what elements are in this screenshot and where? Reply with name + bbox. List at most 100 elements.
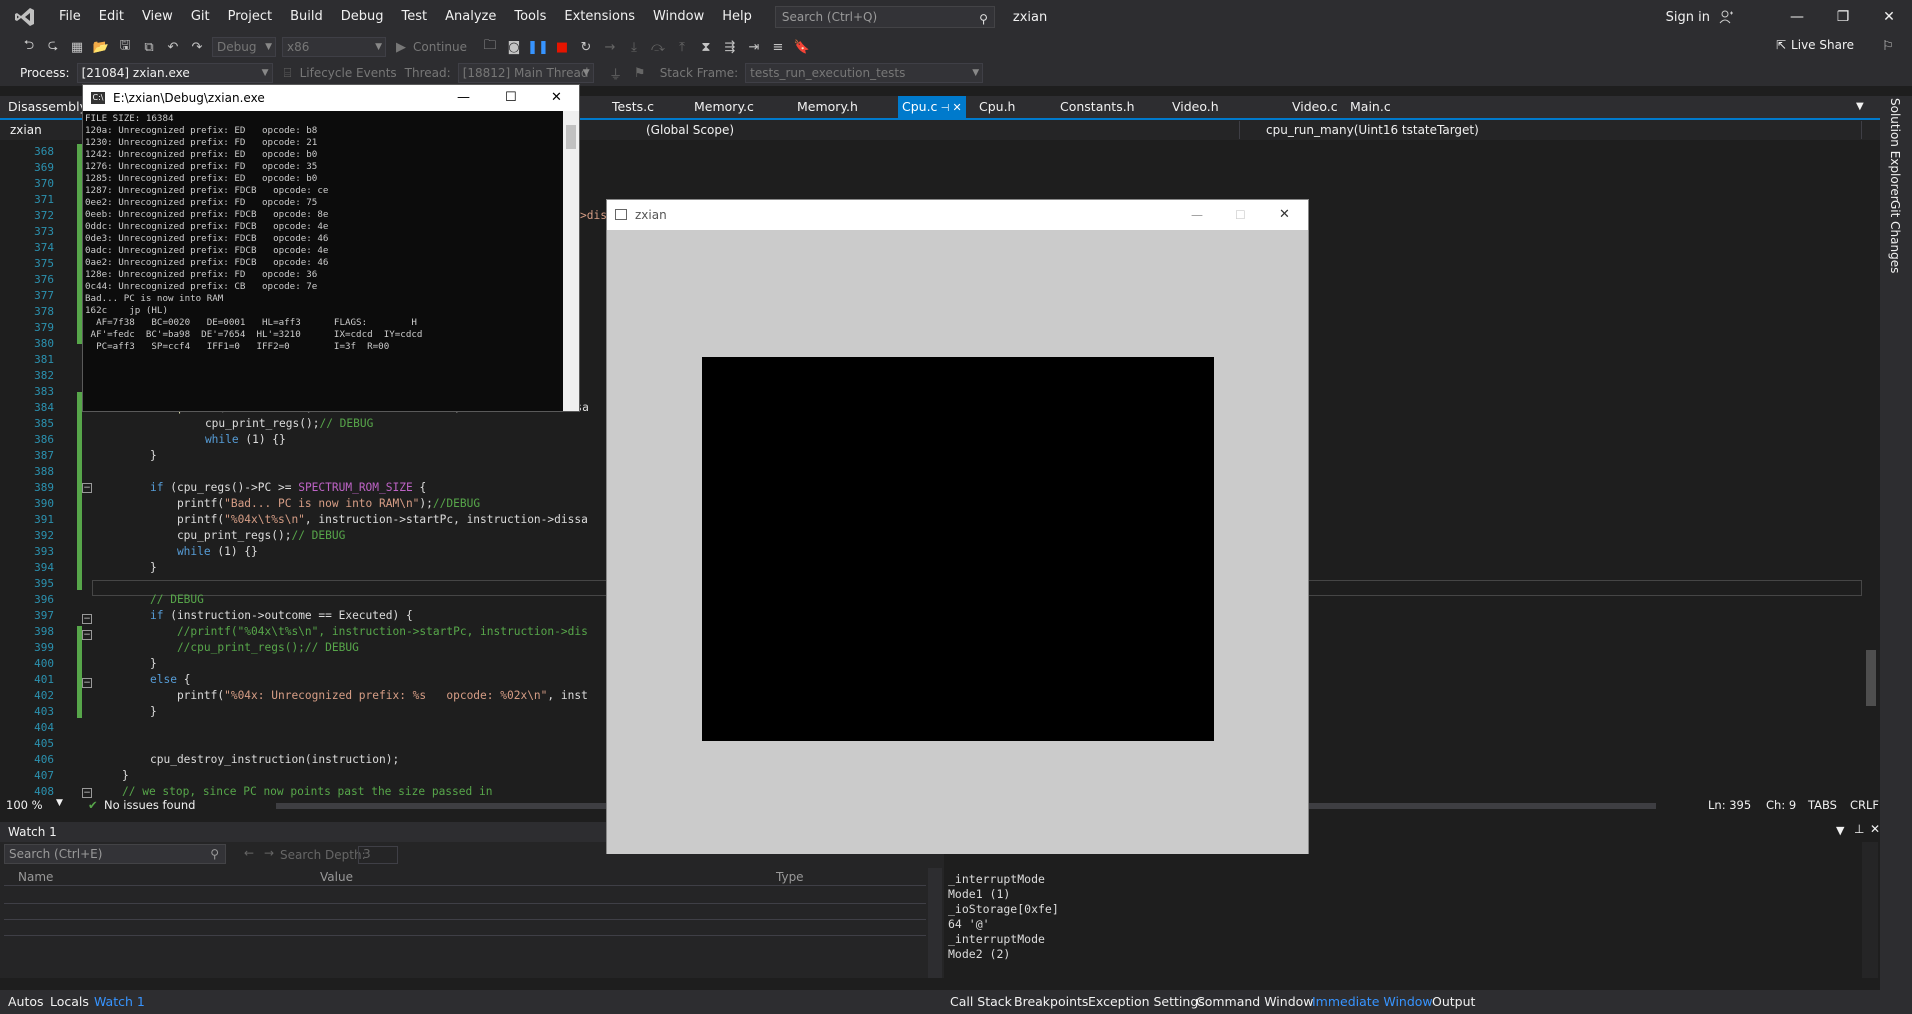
tab-memory-h[interactable]: Memory.h — [797, 96, 858, 118]
tab-watch-1[interactable]: Watch 1 — [94, 990, 145, 1014]
undo-icon[interactable]: ↶ — [164, 38, 182, 56]
tab-exception-settings[interactable]: Exception Settings — [1088, 990, 1205, 1014]
new-project-icon[interactable]: ▦ — [68, 38, 86, 56]
issues-status[interactable]: No issues found — [104, 798, 195, 812]
collapse-toggle[interactable]: − — [82, 483, 92, 493]
attach-icon[interactable]: 🗀 — [481, 38, 499, 56]
tab-main-c[interactable]: Main.c — [1350, 96, 1391, 118]
watch-scrollbar[interactable] — [928, 868, 942, 978]
pin-icon[interactable]: ⊣ — [937, 103, 952, 114]
console-scrollbar[interactable] — [563, 111, 579, 411]
redo-icon[interactable]: ↷ — [188, 38, 206, 56]
close-icon[interactable]: ✕ — [551, 85, 562, 111]
restart-icon[interactable]: ↻ — [577, 38, 595, 56]
menu-project[interactable]: Project — [219, 0, 281, 34]
comment-icon[interactable]: ≡ — [769, 38, 787, 56]
tab-memory-c[interactable]: Memory.c — [694, 96, 754, 118]
tab-breakpoints[interactable]: Breakpoints — [1014, 990, 1088, 1014]
console-title-bar[interactable]: C:\ E:\zxian\Debug\zxian.exe — ☐ ✕ — [83, 85, 579, 111]
maximize-icon[interactable]: ☐ — [505, 85, 517, 111]
solution-explorer-tab[interactable]: Solution Explorer — [1888, 98, 1902, 201]
camera-icon[interactable]: ◙ — [505, 38, 523, 56]
thread-dropdown[interactable]: [18812] Main Thread ▼ — [457, 63, 594, 83]
visual-studio-logo-icon[interactable] — [0, 0, 50, 34]
step-over-icon[interactable]: ⤼ — [649, 38, 667, 56]
open-folder-icon[interactable]: 📂 — [92, 38, 110, 56]
menu-help[interactable]: Help — [713, 0, 761, 34]
line-ending[interactable]: CRLF — [1850, 798, 1879, 812]
bookmark-icon[interactable]: 🔖 — [793, 38, 811, 56]
chevron-down-icon[interactable]: ▼ — [56, 798, 63, 808]
tab-constants-h[interactable]: Constants.h — [1060, 96, 1135, 118]
minimize-icon[interactable]: — — [1774, 0, 1820, 34]
tab-immediate-window[interactable]: Immediate Window — [1312, 990, 1433, 1014]
tab-cpu-h[interactable]: Cpu.h — [979, 96, 1015, 118]
show-next-statement-icon[interactable]: → — [601, 38, 619, 56]
indent-icon[interactable]: ⇥ — [745, 38, 763, 56]
tab-command-window[interactable]: Command Window — [1196, 990, 1314, 1014]
emulator-title-bar[interactable]: zxian — ☐ ✕ — [607, 200, 1308, 230]
menu-extensions[interactable]: Extensions — [555, 0, 644, 34]
tab-video-c[interactable]: Video.c — [1292, 96, 1338, 118]
forward-icon[interactable]: ⮎ — [44, 38, 62, 56]
forward-icon[interactable]: → — [264, 846, 274, 860]
tab-list-chevron-icon[interactable]: ▼ — [1856, 96, 1864, 118]
collapse-toggle[interactable]: − — [82, 614, 92, 624]
tab-cpu-c[interactable]: Cpu.c ⊣ ✕ — [898, 96, 966, 118]
scope-dropdown[interactable]: (Global Scope) — [642, 121, 1240, 139]
tab-locals[interactable]: Locals — [50, 990, 89, 1014]
watch-row[interactable] — [4, 890, 926, 904]
live-share-button[interactable]: ⇱ Live Share — [1776, 38, 1854, 52]
sign-in-link[interactable]: Sign in — [1666, 10, 1710, 25]
close-icon[interactable]: ✕ — [1279, 200, 1290, 230]
menu-tools[interactable]: Tools — [505, 0, 555, 34]
indent-mode[interactable]: TABS — [1808, 798, 1837, 812]
step-out-icon[interactable]: ⤒ — [673, 38, 691, 56]
tab-autos[interactable]: Autos — [8, 990, 44, 1014]
continue-button[interactable]: Continue — [413, 40, 467, 54]
tab-output[interactable]: Output — [1432, 990, 1475, 1014]
stack-frame-dropdown[interactable]: tests_run_execution_tests ▼ — [745, 63, 984, 83]
hex-icon[interactable]: ⧗ — [697, 38, 715, 56]
menu-file[interactable]: File — [50, 0, 90, 34]
menu-edit[interactable]: Edit — [90, 0, 133, 34]
close-icon[interactable]: ✕ — [1866, 0, 1912, 34]
emulator-screen[interactable] — [702, 357, 1214, 741]
tab-disassembly[interactable]: Disassembly — [8, 96, 87, 118]
menu-git[interactable]: Git — [182, 0, 219, 34]
threads-icon[interactable]: ⇶ — [721, 38, 739, 56]
emulator-window[interactable]: zxian — ☐ ✕ — [606, 199, 1309, 854]
tab-tests-c[interactable]: Tests.c — [612, 96, 654, 118]
account-icon[interactable] — [1718, 9, 1734, 25]
back-icon[interactable]: ← — [244, 846, 254, 860]
feedback-icon[interactable]: ⚐ — [1879, 37, 1897, 55]
minimize-icon[interactable]: — — [457, 85, 470, 111]
collapse-toggle[interactable]: − — [82, 788, 92, 798]
project-dropdown[interactable]: zxian — [6, 121, 86, 139]
process-dropdown[interactable]: [21084] zxian.exe ▼ — [76, 63, 273, 83]
step-into-icon[interactable]: ⤓ — [625, 38, 643, 56]
back-icon[interactable]: ⮌ — [20, 38, 38, 56]
menu-view[interactable]: View — [133, 0, 182, 34]
close-icon[interactable]: ✕ — [953, 101, 962, 114]
flag-icon[interactable]: ⚑ — [631, 64, 649, 82]
watch-search-input[interactable]: Search (Ctrl+E) ⚲ — [4, 844, 226, 864]
tab-call-stack[interactable]: Call Stack — [950, 990, 1012, 1014]
stop-icon[interactable]: ■ — [553, 38, 571, 56]
pause-icon[interactable]: ❚❚ — [527, 38, 549, 56]
lifecycle-events-button[interactable]: Lifecycle Events — [300, 66, 397, 80]
editor-vertical-scrollbar[interactable] — [1862, 140, 1880, 798]
menu-build[interactable]: Build — [281, 0, 332, 34]
function-dropdown[interactable]: cpu_run_many(Uint16 tstateTarget) — [1250, 121, 1862, 139]
collapse-toggle[interactable]: − — [82, 630, 92, 640]
tab-video-h[interactable]: Video.h — [1172, 96, 1219, 118]
minimize-icon[interactable]: — — [1191, 200, 1203, 230]
search-depth-dropdown[interactable]: 3 — [358, 846, 398, 864]
maximize-icon[interactable]: ☐ — [1235, 200, 1246, 230]
pin-icon[interactable]: ⊥ — [1854, 822, 1864, 836]
watch-row[interactable] — [4, 922, 926, 936]
restore-icon[interactable]: ❐ — [1820, 0, 1866, 34]
filter-icon[interactable]: ⏚ — [607, 64, 625, 83]
git-changes-tab[interactable]: Git Changes — [1888, 200, 1902, 273]
platform-dropdown[interactable]: x86 ▼ — [282, 37, 386, 57]
